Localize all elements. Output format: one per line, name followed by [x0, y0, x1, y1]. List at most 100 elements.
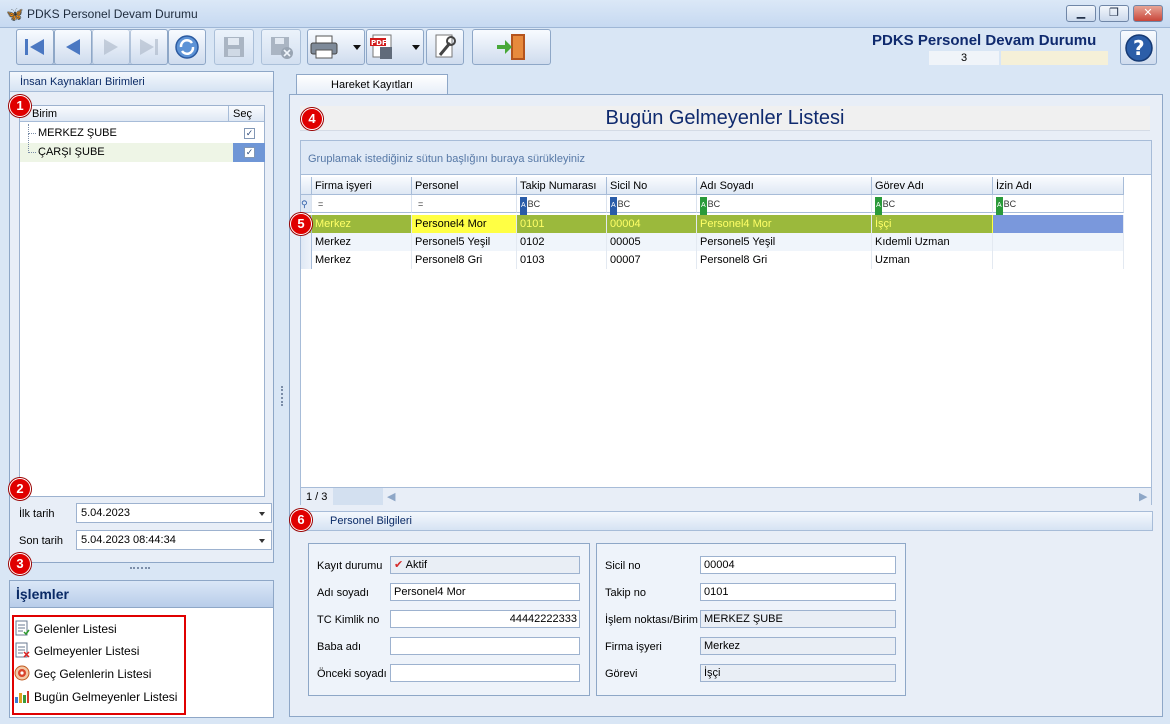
op-absent-label: Gelmeyenler Listesi [34, 644, 140, 658]
table-row-3-izin[interactable] [993, 251, 1124, 269]
col-header-adi-soyadi[interactable]: Adı Soyadı [697, 177, 872, 195]
help-button[interactable]: ? [1120, 30, 1157, 65]
table-row-3-gorev[interactable]: Uzman [872, 251, 993, 269]
chevron-down-icon[interactable] [259, 539, 265, 543]
tree-header-select[interactable]: Seç [233, 108, 252, 120]
filter-personel[interactable]: = [412, 195, 517, 213]
table-row-1-adi[interactable]: Personel4 Mor [697, 215, 872, 233]
settings-button[interactable] [426, 29, 464, 65]
minimize-button[interactable]: ▁ [1066, 5, 1096, 22]
print-dropdown-arrow[interactable] [353, 45, 361, 50]
scroll-right-icon[interactable]: ▶ [1139, 488, 1147, 506]
splitter-handle[interactable] [130, 567, 150, 571]
personel-info-header[interactable]: Personel Bilgileri [299, 511, 1153, 531]
table-row-2-firma[interactable]: Merkez [312, 233, 412, 251]
filter-gorev-wrap: A BC [872, 195, 992, 215]
pdf-export-button[interactable]: PDF [366, 29, 424, 65]
tree-row-carsi[interactable]: ÇARŞI ŞUBE ✓ [20, 134, 265, 162]
table-row-1-izin[interactable] [993, 215, 1124, 233]
last-date-input[interactable]: 5.04.2023 08:44:34 [76, 530, 272, 550]
table-row-3-sicil[interactable]: 00007 [607, 251, 697, 269]
op-today-absent-list[interactable]: Bugün Gelmeyenler Listesi [14, 685, 186, 707]
unit-checkbox[interactable]: ✓ [244, 128, 255, 139]
svg-text:?: ? [1133, 36, 1145, 60]
group-by-panel[interactable]: Gruplamak istediğiniz sütun başlığını bu… [301, 141, 1151, 175]
table-row-1-sicil[interactable]: 00004 [607, 215, 697, 233]
personel-info-left-group: Kayıt durumu ✔ Aktif Adı soyadı Personel… [308, 543, 590, 696]
pdf-dropdown-arrow[interactable] [412, 45, 420, 50]
pdf-export-icon: PDF [370, 34, 392, 59]
chevron-down-icon[interactable] [259, 512, 265, 516]
table-row-2-izin[interactable] [993, 233, 1124, 251]
print-button[interactable] [307, 29, 365, 65]
sicil-field[interactable]: 00004 [700, 556, 896, 574]
table-row-2-gorev[interactable]: Kıdemli Uzman [872, 233, 993, 251]
save-button[interactable] [214, 29, 254, 65]
table-row-1-personel[interactable]: Personel4 Mor [412, 215, 517, 233]
tree-header-unit[interactable]: Birim [32, 108, 57, 120]
vertical-splitter-handle[interactable] [281, 386, 285, 406]
tc-field[interactable]: 44442222333 [390, 610, 580, 628]
filter-izin[interactable]: A BC [993, 195, 1124, 215]
op-late-list[interactable]: Geç Gelenlerin Listesi [14, 662, 184, 684]
annotation-badge-4: 4 [301, 108, 323, 130]
table-row-3-adi[interactable]: Personel8 Gri [697, 251, 872, 269]
takip-field[interactable]: 0101 [700, 583, 896, 601]
next-record-button[interactable] [92, 29, 130, 65]
first-date-input[interactable]: 5.04.2023 [76, 503, 272, 523]
filter-takip[interactable]: A BC [517, 195, 607, 215]
table-row-2-personel[interactable]: Personel5 Yeşil [412, 233, 517, 251]
table-row-1-takip[interactable]: 0101 [517, 215, 607, 233]
filter-sicil[interactable]: A BC [607, 195, 697, 215]
baba-adi-field[interactable] [390, 637, 580, 655]
op-today-absent-label: Bugün Gelmeyenler Listesi [34, 690, 178, 704]
delete-button[interactable] [261, 29, 301, 65]
onceki-soyadi-field[interactable] [390, 664, 580, 682]
table-row-3-firma[interactable]: Merkez [312, 251, 412, 269]
col-header-personel[interactable]: Personel [412, 177, 517, 195]
filter-firma[interactable]: = [312, 195, 412, 213]
col-header-sicil[interactable]: Sicil No [607, 177, 697, 195]
table-row-2-takip[interactable]: 0102 [517, 233, 607, 251]
delete-icon [271, 37, 293, 59]
exit-button[interactable] [472, 29, 551, 65]
tree-header: Birim Seç [20, 106, 264, 122]
op-absent-list[interactable]: Gelmeyenler Listesi [14, 639, 184, 661]
table-row-3-personel[interactable]: Personel8 Gri [412, 251, 517, 269]
next-record-icon [104, 39, 118, 55]
units-tree: Birim Seç MERKEZ ŞUBE ✓ ÇARŞI ŞUBE ✓ [19, 105, 265, 497]
save-icon [224, 37, 244, 57]
op-arrived-list[interactable]: Gelenler Listesi [14, 617, 184, 639]
table-row-1-firma[interactable]: Merkez [312, 215, 412, 233]
unit-checkbox[interactable]: ✓ [244, 147, 255, 158]
first-date-label: İlk tarih [19, 508, 55, 520]
col-header-izin[interactable]: İzin Adı [993, 177, 1124, 195]
operations-title: İşlemler [10, 581, 273, 608]
first-record-button[interactable] [16, 29, 54, 65]
col-header-gorev[interactable]: Görev Adı [872, 177, 993, 195]
table-row-2-adi[interactable]: Personel5 Yeşil [697, 233, 872, 251]
filter-gorev[interactable]: A BC [872, 195, 993, 215]
previous-record-button[interactable] [54, 29, 92, 65]
col-header-firma[interactable]: Firma işyeri [312, 177, 412, 195]
filter-izin-wrap: A BC [993, 195, 1123, 215]
row-indicator[interactable] [301, 251, 312, 269]
op-arrived-label: Gelenler Listesi [34, 622, 117, 636]
restore-button[interactable]: ❐ [1099, 5, 1129, 22]
svg-text:PDF: PDF [371, 39, 387, 47]
tab-hareket-kayitlari[interactable]: Hareket Kayıtları [296, 74, 448, 94]
tree-row-merkez[interactable]: MERKEZ ŞUBE ✓ [20, 124, 264, 143]
col-header-takip[interactable]: Takip Numarası [517, 177, 607, 195]
firma-label: Firma işyeri [605, 641, 662, 653]
close-button[interactable]: ✕ [1133, 5, 1163, 22]
table-row-2-sicil[interactable]: 00005 [607, 233, 697, 251]
list-arrived-icon [15, 620, 30, 636]
table-row-3-takip[interactable]: 0103 [517, 251, 607, 269]
scroll-left-icon[interactable]: ◀ [387, 488, 395, 506]
refresh-button[interactable] [168, 29, 206, 65]
table-row-1-gorev[interactable]: İşçi [872, 215, 993, 233]
adi-soyadi-field[interactable]: Personel4 Mor [390, 583, 580, 601]
row-indicator[interactable] [301, 233, 312, 251]
last-record-button[interactable] [130, 29, 168, 65]
filter-adi-soyadi[interactable]: A BC [697, 195, 872, 215]
